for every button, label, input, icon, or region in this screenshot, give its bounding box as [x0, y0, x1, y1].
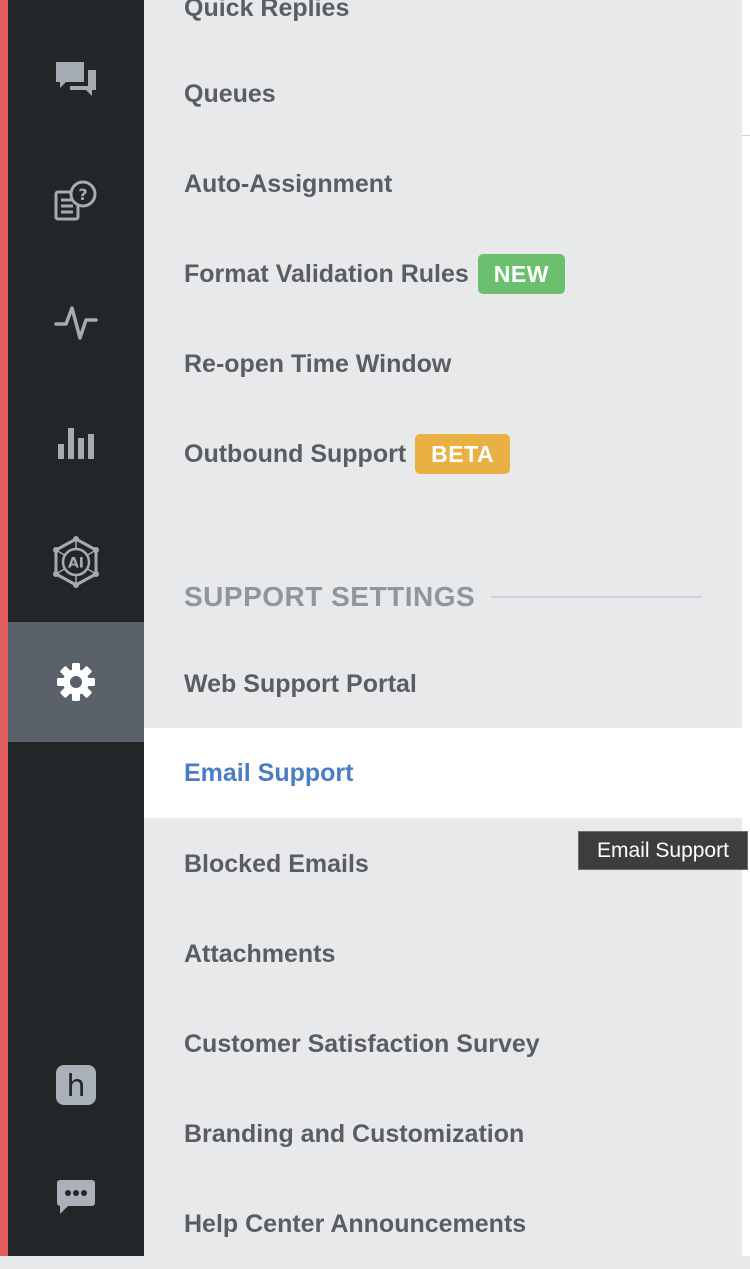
menu-item-auto-assignment[interactable]: Auto-Assignment: [144, 139, 742, 229]
h-logo-icon: h: [56, 1065, 96, 1105]
gear-icon: [57, 663, 95, 701]
accent-strip: [0, 0, 8, 1256]
menu-item-branding-and-customization[interactable]: Branding and Customization: [144, 1089, 742, 1179]
bar-chart-icon: [58, 428, 94, 459]
ai-icon: AI: [53, 536, 99, 588]
new-badge: NEW: [477, 254, 565, 294]
content-divider: [742, 135, 750, 136]
h-logo-label: h: [66, 1069, 85, 1104]
menu-item-customer-satisfaction-survey[interactable]: Customer Satisfaction Survey: [144, 999, 742, 1089]
menu-item-label: Customer Satisfaction Survey: [184, 1029, 540, 1058]
sidebar-item-messages[interactable]: [8, 1137, 144, 1257]
menu-item-label: Queues: [184, 79, 276, 108]
ai-icon-label: AI: [68, 556, 84, 572]
menu-item-label: Format Validation Rules: [184, 259, 469, 288]
tooltip: Email Support: [578, 831, 748, 870]
menu-item-reopen-time-window[interactable]: Re-open Time Window: [144, 319, 742, 409]
sidebar-item-conversations[interactable]: [8, 20, 144, 140]
sidebar-rail: ? AI h: [8, 0, 144, 1256]
menu-item-label: Web Support Portal: [184, 669, 417, 698]
menu-item-label: Quick Replies: [184, 0, 350, 22]
menu-item-email-support[interactable]: Email Support: [144, 728, 742, 818]
menu-item-web-support-portal[interactable]: Web Support Portal: [144, 639, 742, 729]
svg-text:?: ?: [78, 185, 87, 204]
menu-item-label: Blocked Emails: [184, 849, 369, 878]
sidebar-item-ai[interactable]: AI: [8, 502, 144, 622]
menu-item-format-validation-rules[interactable]: Format Validation Rules NEW: [144, 229, 742, 319]
sidebar-item-activity[interactable]: [8, 262, 144, 382]
menu-item-label: Attachments: [184, 939, 336, 968]
section-divider: [491, 596, 702, 598]
menu-item-label: Auto-Assignment: [184, 169, 393, 198]
settings-menu-panel: Quick Replies Queues Auto-Assignment For…: [144, 0, 742, 1256]
activity-pulse-icon: [54, 306, 98, 340]
sidebar-item-reports[interactable]: [8, 382, 144, 502]
message-dots-icon: [57, 1180, 95, 1214]
menu-item-quick-replies[interactable]: Quick Replies: [144, 0, 742, 53]
menu-item-label: Help Center Announcements: [184, 1209, 527, 1238]
content-area-edge: [742, 0, 750, 1256]
menu-item-queues[interactable]: Queues: [144, 49, 742, 139]
menu-item-outbound-support[interactable]: Outbound Support BETA: [144, 409, 742, 499]
menu-item-label: Email Support: [184, 758, 354, 787]
sidebar-item-knowledge-base[interactable]: ?: [8, 141, 144, 261]
section-title: SUPPORT SETTINGS: [184, 581, 476, 612]
beta-badge: BETA: [415, 434, 511, 474]
menu-item-label: Branding and Customization: [184, 1119, 525, 1148]
chat-bubbles-icon: [56, 62, 96, 96]
menu-item-label: Outbound Support: [184, 439, 407, 468]
menu-item-label: Re-open Time Window: [184, 349, 452, 378]
support-settings-heading: SUPPORT SETTINGS: [184, 575, 702, 619]
knowledge-base-icon: ?: [54, 180, 97, 221]
sidebar-item-home[interactable]: h: [8, 1025, 144, 1145]
sidebar-item-settings[interactable]: [8, 622, 144, 742]
menu-item-attachments[interactable]: Attachments: [144, 909, 742, 999]
